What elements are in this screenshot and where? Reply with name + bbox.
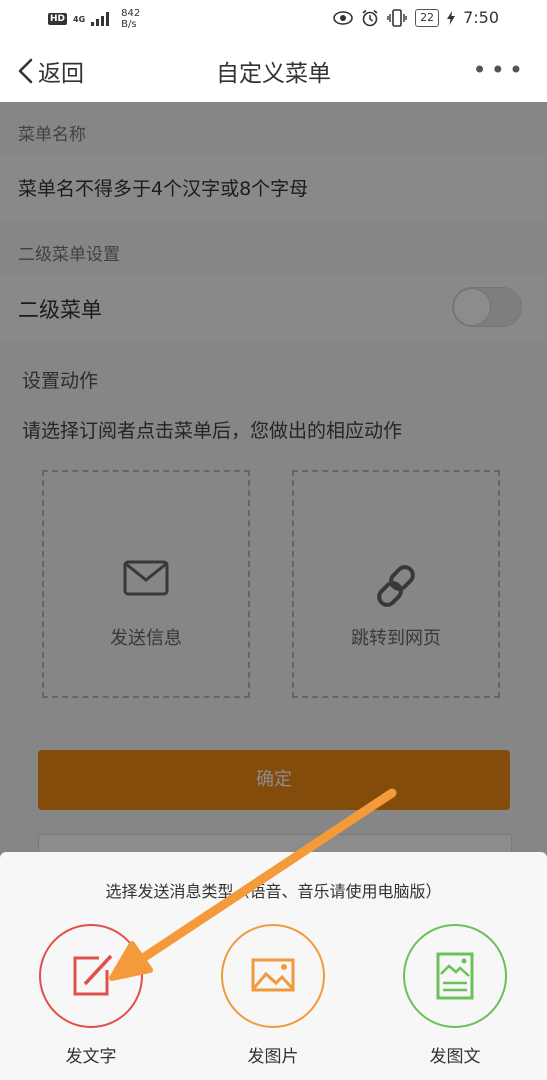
page-title: 自定义菜单	[216, 61, 331, 87]
signal-icon	[91, 12, 110, 26]
battery-level: 22	[415, 8, 440, 27]
eye-icon	[333, 10, 353, 25]
send-image-label: 发图片	[247, 1047, 299, 1067]
status-left: HD 4G 842 B/s	[48, 8, 140, 30]
hd-badge: HD	[48, 13, 68, 25]
clock-time: 7:50	[463, 8, 499, 27]
send-image-text-label: 发图文	[429, 1047, 481, 1067]
sheet-title: 选择发送消息类型（语音、音乐请使用电脑版）	[105, 882, 442, 901]
speed-value: 842	[121, 8, 141, 19]
network-speed: 842 B/s	[121, 8, 140, 30]
status-right: 22 7:50	[333, 8, 499, 27]
image-icon	[251, 958, 295, 992]
edit-text-icon	[73, 954, 113, 996]
image-text-icon	[436, 952, 474, 1000]
message-type-sheet: 选择发送消息类型（语音、音乐请使用电脑版） 发文字 发图片 发图文	[0, 852, 547, 1080]
status-bar: HD 4G 842 B/s 22 7:50	[0, 0, 547, 40]
charging-icon	[447, 10, 456, 25]
more-menu-button[interactable]: •••	[473, 56, 527, 84]
send-image-button[interactable]	[221, 924, 325, 1028]
send-text-label: 发文字	[65, 1047, 117, 1067]
network-type: 4G	[73, 14, 86, 24]
nav-header: 返回 自定义菜单 •••	[0, 40, 547, 102]
send-image-text-button[interactable]	[403, 924, 507, 1028]
alarm-icon	[362, 9, 378, 26]
send-text-button[interactable]	[39, 924, 143, 1028]
speed-unit: B/s	[121, 19, 137, 30]
vibrate-icon	[387, 8, 407, 27]
network-indicator: 4G	[73, 15, 85, 24]
